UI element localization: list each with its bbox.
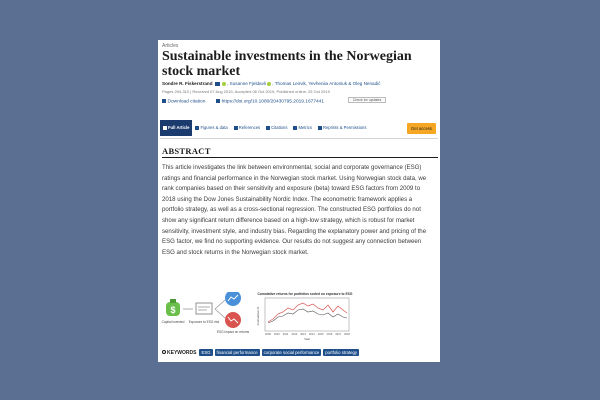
author-list: Sondre R. Fiskerstrand , Susanne Fjeldav… [162, 81, 381, 86]
keyword-tag[interactable]: ESG [199, 349, 213, 356]
email-icon[interactable] [214, 82, 220, 86]
abstract-divider [162, 157, 438, 158]
reprints-icon [317, 126, 322, 130]
link-icon [216, 99, 221, 103]
x-tick-label: 2018 [344, 332, 350, 336]
keyword-tag[interactable]: financial performance [214, 349, 260, 356]
x-tick-label: 2012 [291, 332, 297, 336]
abstract-heading: ABSTRACT [162, 146, 211, 156]
publication-meta: Pages 294-310 | Received 07 Aug 2019, Ac… [162, 89, 330, 94]
x-tick-label: 2014 [309, 332, 315, 336]
author-4[interactable]: Yevheniia Antoniuk & Oleg Nenadić [308, 81, 380, 86]
returns-down-icon [225, 312, 241, 328]
impact-label: ESG impact on returns [217, 330, 250, 334]
exposure-label: Exposure to ESG risk [189, 320, 220, 324]
download-citation-link[interactable]: Download citation [168, 99, 206, 104]
keyword-tag[interactable]: corporate social performance [261, 349, 322, 356]
capital-label: Capital invested [162, 320, 185, 324]
abstract-text: This article investigates the link betwe… [162, 164, 427, 256]
orcid-icon[interactable] [267, 81, 272, 86]
doi-link[interactable]: https://doi.org/10.1080/20430795.2019.16… [222, 99, 324, 104]
author-2[interactable]: Susanne Fjeldavli [230, 81, 266, 86]
x-tick-label: 2010 [274, 332, 280, 336]
x-tick-label: 2016 [327, 332, 333, 336]
tab-metrics[interactable]: Metrics [290, 120, 315, 136]
orcid-icon[interactable] [222, 81, 227, 86]
mini-chart-xlabel: Year [304, 337, 310, 341]
divider [160, 138, 438, 139]
metrics-icon [293, 126, 298, 130]
references-icon [233, 126, 238, 130]
mini-chart-ticks: 2009 2010 2011 2012 2013 2014 2015 2016 2017 2018 [265, 332, 350, 336]
article-tabs: Full Article Figures & data References C… [160, 120, 438, 136]
returns-up-icon [225, 292, 241, 306]
x-tick-label: 2017 [335, 332, 341, 336]
document-icon [163, 126, 167, 130]
keywords-label: KEYWORDS [162, 350, 196, 356]
x-tick-label: 2011 [283, 332, 289, 336]
x-tick-label: 2013 [300, 332, 306, 336]
tab-reprints-permissions[interactable]: Reprints & Permissions [315, 120, 370, 136]
image-icon [195, 126, 200, 130]
author-3[interactable]: Thomas Leirvik [275, 81, 306, 86]
tab-full-article[interactable]: Full Article [160, 120, 193, 136]
download-icon [162, 99, 166, 103]
author-1[interactable]: Sondre R. Fiskerstrand [162, 81, 213, 86]
x-tick-label: 2015 [318, 332, 324, 336]
get-access-button[interactable]: Get access [407, 122, 436, 134]
search-icon [162, 350, 166, 355]
tab-citations[interactable]: Citations [263, 120, 290, 136]
keyword-tag[interactable]: portfolio strategy [323, 349, 360, 356]
tab-figures-data[interactable]: Figures & data [192, 120, 230, 136]
mini-chart-ylabel: Cumulative % [256, 306, 260, 325]
tab-references[interactable]: References [231, 120, 263, 136]
money-bag-icon: $ [166, 299, 180, 316]
mini-chart-title: Cumulative returns for portfolios sorted… [258, 292, 353, 296]
citations-icon [266, 126, 271, 130]
scale-icon [195, 302, 213, 315]
article-title: Sustainable investments in the Norwegian… [162, 49, 412, 79]
keywords-row: KEYWORDS ESG financial performance corpo… [162, 349, 361, 356]
x-tick-label: 2009 [265, 332, 271, 336]
article-links: Download citation https://doi.org/10.108… [162, 99, 324, 104]
check-updates-button[interactable]: Check for updates [348, 97, 386, 103]
svg-text:$: $ [170, 305, 175, 315]
article-page: Articles Sustainable investments in the … [158, 40, 440, 362]
